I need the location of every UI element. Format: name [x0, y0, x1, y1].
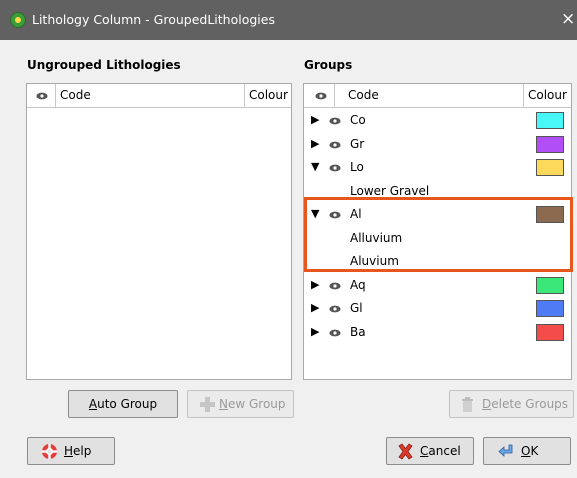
group-code: Co: [350, 113, 366, 127]
trash-icon: [462, 397, 473, 412]
column-separator[interactable]: [244, 84, 245, 107]
colour-column-header[interactable]: Colour: [249, 84, 288, 107]
group-code: Ba: [350, 324, 366, 339]
code-column-header[interactable]: Code: [60, 84, 91, 107]
column-separator[interactable]: [55, 84, 56, 107]
help-button[interactable]: Help: [27, 437, 115, 465]
groups-list[interactable]: Code Colour ▶ Co ▶ Gr ▼ Lo Lower Gravel ▼ Al Allu…: [303, 83, 572, 380]
visibility-eye-icon[interactable]: [329, 117, 341, 125]
group-code: Lo: [350, 160, 364, 174]
plus-icon: [200, 397, 215, 412]
expand-triangle-icon[interactable]: ▶: [311, 325, 323, 339]
window-title: Lithology Column - GroupedLithologies: [32, 12, 275, 27]
colour-swatch[interactable]: [536, 112, 564, 129]
visibility-eye-icon[interactable]: [329, 305, 341, 313]
expand-triangle-icon[interactable]: ▶: [311, 137, 323, 151]
group-row[interactable]: ▶ Gl: [304, 297, 571, 320]
visibility-eye-icon[interactable]: [329, 211, 341, 219]
lithology-name: Lower Gravel: [350, 183, 430, 198]
ungrouped-list-header: Code Colour: [27, 84, 291, 108]
colour-swatch[interactable]: [536, 206, 564, 223]
group-row[interactable]: ▼ Al: [304, 203, 571, 226]
visibility-eye-icon[interactable]: [315, 92, 327, 100]
delete-groups-button[interactable]: Delete Groups: [449, 390, 574, 418]
expand-triangle-icon[interactable]: ▶: [311, 113, 323, 127]
ungrouped-lithologies-title: Ungrouped Lithologies: [27, 58, 181, 72]
lithology-row[interactable]: Alluvium: [304, 227, 571, 250]
colour-swatch[interactable]: [536, 300, 564, 317]
group-code: Al: [350, 207, 362, 221]
ok-button[interactable]: OK: [483, 437, 571, 465]
visibility-eye-icon[interactable]: [329, 141, 341, 149]
group-row[interactable]: ▶ Gr: [304, 133, 571, 156]
app-logo-icon: [10, 12, 26, 28]
groups-title: Groups: [304, 58, 353, 72]
column-separator[interactable]: [523, 84, 524, 107]
group-row[interactable]: ▶ Co: [304, 109, 571, 132]
auto-group-button[interactable]: Auto Group: [68, 390, 178, 418]
ungrouped-lithologies-list[interactable]: Code Colour: [26, 83, 292, 380]
enter-arrow-icon: [498, 444, 513, 457]
colour-swatch[interactable]: [536, 159, 564, 176]
group-code: Gl: [350, 301, 363, 315]
colour-swatch[interactable]: [536, 135, 564, 153]
expand-triangle-icon[interactable]: ▶: [311, 278, 323, 292]
collapse-triangle-icon[interactable]: ▼: [311, 160, 323, 174]
visibility-eye-icon[interactable]: [329, 164, 341, 172]
expand-triangle-icon[interactable]: ▶: [311, 301, 323, 315]
lithology-row[interactable]: Lower Gravel: [304, 180, 571, 203]
groups-list-header: Code Colour: [304, 84, 571, 108]
column-separator[interactable]: [334, 84, 335, 107]
group-row[interactable]: ▶ Aq: [304, 274, 571, 297]
close-button[interactable]: ×: [561, 8, 577, 30]
visibility-eye-icon[interactable]: [329, 329, 341, 337]
cancel-button[interactable]: Cancel: [386, 437, 474, 465]
group-code: Aq: [350, 277, 366, 292]
group-row[interactable]: ▼ Lo: [304, 156, 571, 179]
code-column-header[interactable]: Code: [348, 84, 379, 107]
cancel-x-icon: [398, 443, 413, 460]
group-code: Gr: [350, 136, 365, 151]
collapse-triangle-icon[interactable]: ▼: [311, 207, 323, 221]
colour-column-header[interactable]: Colour: [528, 84, 567, 107]
group-row[interactable]: ▶ Ba: [304, 321, 571, 344]
visibility-eye-icon[interactable]: [36, 92, 48, 100]
lifebuoy-icon: [42, 444, 57, 459]
visibility-eye-icon[interactable]: [329, 282, 341, 290]
title-bar: Lithology Column - GroupedLithologies ×: [0, 0, 577, 40]
colour-swatch[interactable]: [536, 323, 564, 341]
new-group-button[interactable]: New Group: [187, 390, 294, 418]
lithology-name: Alluvium: [350, 230, 403, 245]
lithology-name: Aluvium: [350, 254, 399, 268]
lithology-row[interactable]: Aluvium: [304, 250, 571, 273]
colour-swatch[interactable]: [536, 276, 564, 294]
